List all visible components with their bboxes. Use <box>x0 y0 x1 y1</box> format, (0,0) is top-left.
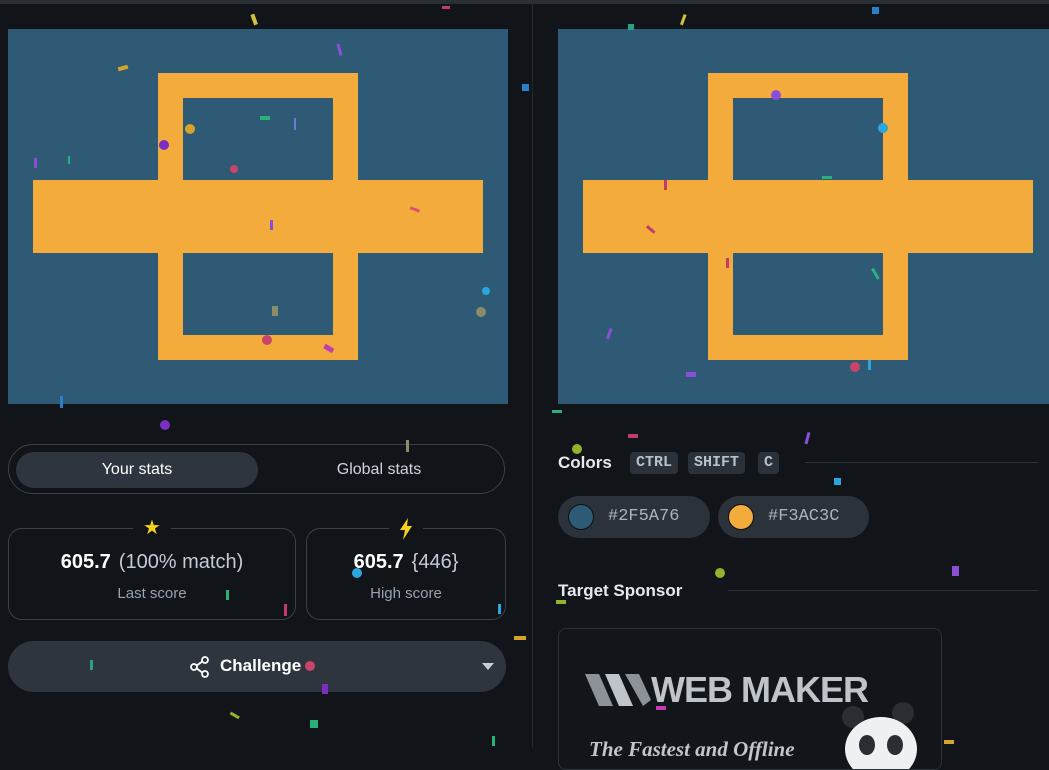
tab-global-stats[interactable]: Global stats <box>259 452 499 488</box>
high-score-label: High score <box>370 585 442 602</box>
horizontal-bar <box>583 180 1033 253</box>
high-score-line: 605.7 {446} <box>307 551 505 574</box>
bottom-frame <box>708 253 908 360</box>
color-swatch-orange[interactable]: #F3AC3C <box>718 496 869 538</box>
color-hex: #F3AC3C <box>768 507 840 526</box>
web-maker-logo-icon <box>585 674 651 706</box>
last-score-card: ★ 605.7 (100% match) Last score <box>8 514 296 620</box>
sponsor-rule <box>728 590 1038 591</box>
color-hex: #2F5A76 <box>608 507 680 526</box>
panel-divider <box>532 0 533 748</box>
sponsor-tagline: The Fastest and Offline <box>589 737 795 761</box>
last-score-label: Last score <box>117 585 187 602</box>
match-percent: (100% match) <box>118 551 244 573</box>
sponsor-title: Target Sponsor <box>558 581 683 600</box>
bottom-frame <box>158 253 358 360</box>
lightning-icon <box>389 514 423 542</box>
horizontal-bar <box>33 180 483 253</box>
output-preview[interactable] <box>8 29 508 404</box>
last-score-value: 605.7 <box>60 551 111 573</box>
kbd-shift: SHIFT <box>688 452 746 474</box>
color-dot <box>728 504 754 530</box>
stats-tabs: Your stats Global stats <box>8 444 505 494</box>
sponsor-banner[interactable]: WEB MAKER The Fastest and Offline <box>558 628 942 770</box>
star-icon: ★ <box>133 514 171 542</box>
colors-rule <box>805 462 1038 463</box>
tab-your-stats[interactable]: Your stats <box>16 452 258 488</box>
kbd-c: C <box>758 452 780 474</box>
high-score-value: 605.7 <box>353 551 404 573</box>
target-preview <box>558 29 1049 404</box>
color-dot <box>568 504 594 530</box>
color-swatch-blue[interactable]: #2F5A76 <box>558 496 710 538</box>
kbd-ctrl: CTRL <box>630 452 679 474</box>
top-border <box>0 0 1049 4</box>
sponsor-brand: WEB MAKER <box>651 669 869 710</box>
char-count: {446} <box>411 551 459 573</box>
colors-title: Colors <box>558 453 612 472</box>
chevron-down-icon[interactable] <box>482 663 494 670</box>
last-score-line: 605.7 (100% match) <box>9 551 295 574</box>
challenge-label: Challenge <box>220 656 302 675</box>
high-score-card: 605.7 {446} High score <box>306 514 506 620</box>
share-icon <box>190 656 210 683</box>
challenge-button[interactable]: Challenge <box>8 641 506 692</box>
panda-mascot-icon <box>842 702 917 769</box>
